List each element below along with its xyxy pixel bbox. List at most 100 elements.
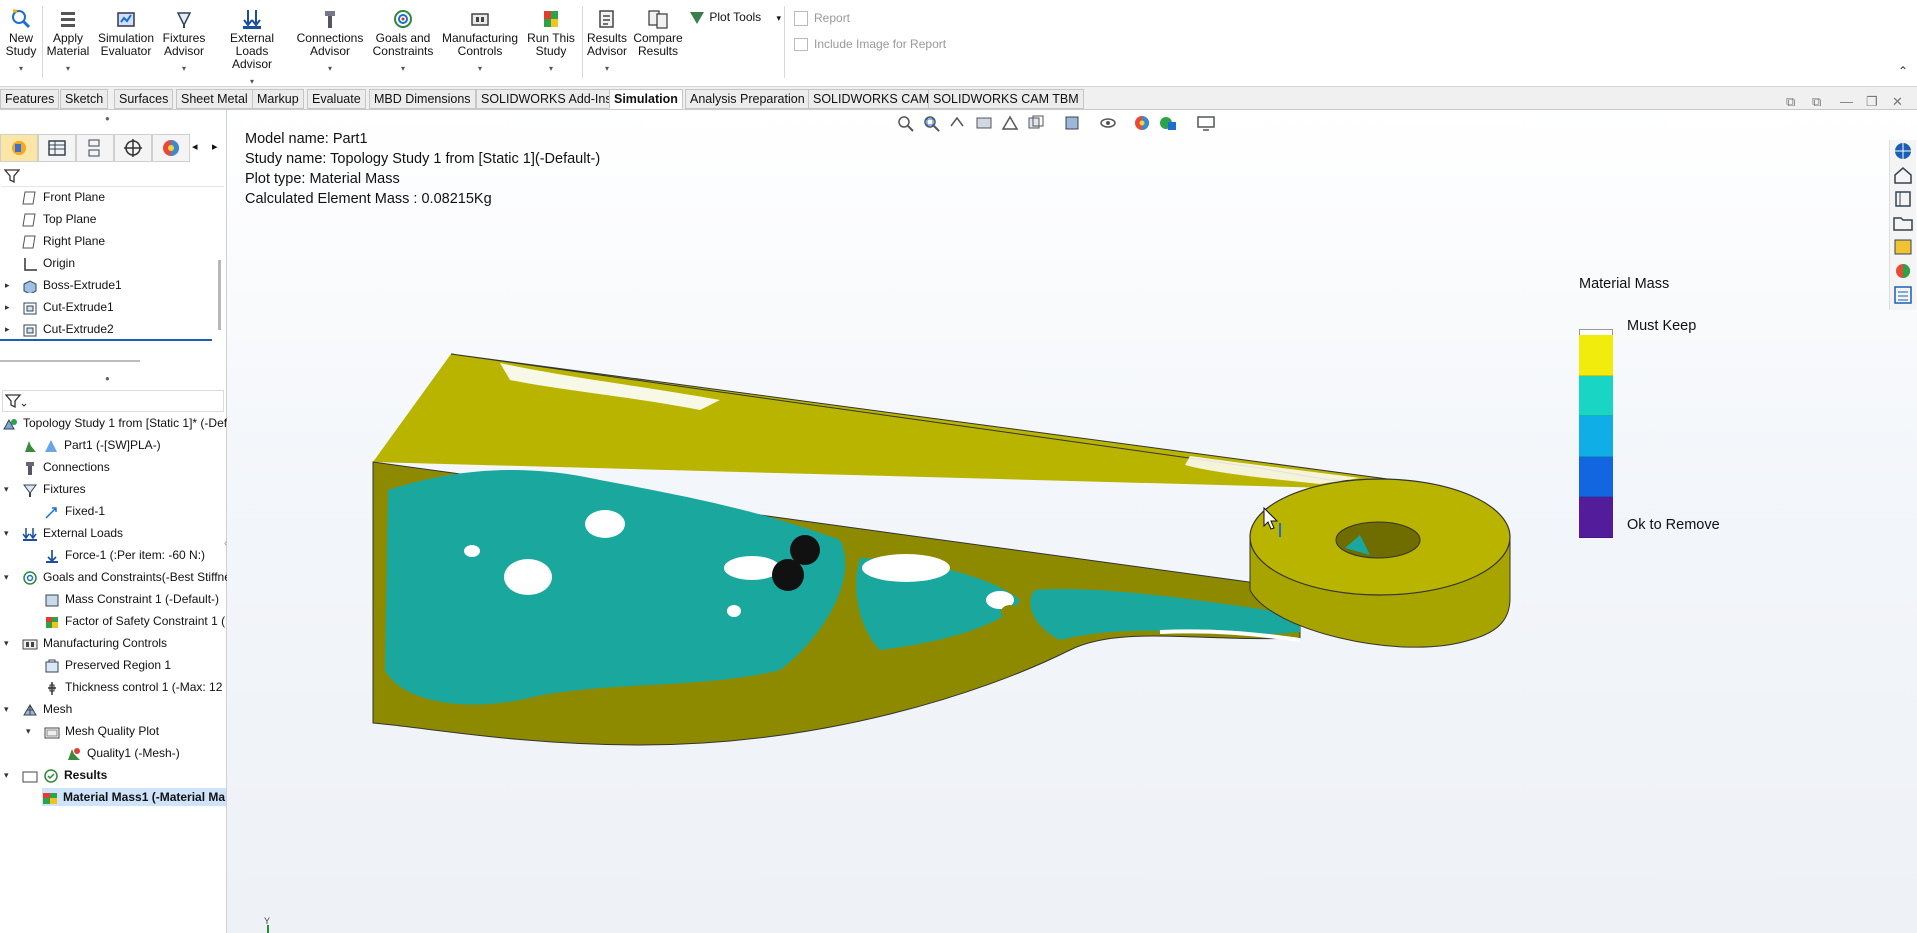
- chevron-down-icon[interactable]: ▾: [4, 62, 38, 75]
- tab-property-manager[interactable]: [38, 134, 76, 162]
- tree-item-mass-constraint[interactable]: Mass Constraint 1 (-Default-): [44, 590, 219, 608]
- scroll-right-icon[interactable]: ▸: [212, 140, 218, 153]
- restore-icon[interactable]: ❐: [1866, 94, 1878, 110]
- expand-arrow-icon[interactable]: ▸: [5, 302, 10, 313]
- tile-left-icon[interactable]: ⧉: [1786, 94, 1795, 110]
- tab-dimxpert-manager[interactable]: [114, 134, 152, 162]
- collapse-arrow-icon[interactable]: ▾: [26, 726, 31, 737]
- apply-material-button[interactable]: Apply Material ▾: [46, 8, 90, 75]
- chevron-down-icon[interactable]: ▾: [296, 62, 364, 75]
- tree-item-cut-extrude2[interactable]: Cut-Extrude2: [22, 320, 114, 338]
- chevron-down-icon[interactable]: ▾: [526, 62, 576, 75]
- minimize-icon[interactable]: —: [1840, 94, 1853, 109]
- new-study-button[interactable]: New Study ▾: [4, 8, 38, 75]
- tree-scrollbar[interactable]: [218, 260, 221, 330]
- collapse-arrow-icon[interactable]: ▾: [4, 484, 9, 495]
- chevron-down-icon[interactable]: ▾: [160, 62, 208, 75]
- report-icon: [794, 11, 808, 27]
- tree-item-label: Right Plane: [43, 234, 106, 248]
- fixtures-advisor-button[interactable]: Fixtures Advisor ▾: [160, 8, 208, 75]
- expand-arrow-icon[interactable]: ▸: [5, 280, 10, 291]
- tree-item-force-1[interactable]: Force-1 (:Per item: -60 N:): [44, 546, 205, 564]
- tree-item-top-plane[interactable]: Top Plane: [22, 210, 96, 228]
- tree-item-part1[interactable]: Part1 (-[SW]PLA-): [22, 436, 161, 454]
- tree-item-external-loads[interactable]: External Loads: [22, 524, 123, 542]
- chevron-down-icon[interactable]: ▾: [370, 62, 436, 75]
- tab-configuration-manager[interactable]: [76, 134, 114, 162]
- tree-item-material-mass1[interactable]: Material Mass1 (-Material Ma: [42, 788, 226, 806]
- run-study-button[interactable]: Run This Study ▾: [526, 8, 576, 75]
- tree-item-preserved-region[interactable]: Preserved Region 1: [44, 656, 171, 674]
- ribbon-divider: [582, 6, 583, 78]
- tree-item-thickness-control[interactable]: Thickness control 1 (-Max: 12: [44, 678, 222, 696]
- collapse-arrow-icon[interactable]: ▾: [4, 770, 9, 781]
- tree-item-goals-constraints[interactable]: Goals and Constraints(-Best Stiffne: [22, 568, 231, 586]
- topology-model-render[interactable]: [227, 110, 1917, 933]
- scroll-left-icon[interactable]: ◂: [192, 140, 198, 153]
- tree-item-label: Part1 (-[SW]PLA-): [64, 438, 161, 452]
- tree-item-boss-extrude1[interactable]: Boss-Extrude1: [22, 276, 122, 294]
- tree-item-fixed-1[interactable]: Fixed-1: [44, 502, 105, 520]
- probe-marker: [1279, 523, 1281, 537]
- compare-results-button[interactable]: Compare Results: [632, 8, 684, 58]
- void-region: [464, 545, 480, 557]
- study-filter-bar[interactable]: [2, 390, 224, 412]
- collapse-arrow-icon[interactable]: ▾: [4, 704, 9, 715]
- splitter-handle-icon[interactable]: ●: [105, 374, 110, 383]
- include-image-button[interactable]: Include Image for Report: [794, 37, 946, 52]
- chevron-down-icon[interactable]: ▾: [777, 13, 782, 23]
- connections-advisor-button[interactable]: Connections Advisor ▾: [296, 8, 364, 75]
- tree-item-origin[interactable]: Origin: [22, 254, 75, 272]
- tab-mbd-dimensions[interactable]: MBD Dimensions: [369, 89, 476, 109]
- tab-evaluate[interactable]: Evaluate: [307, 89, 366, 109]
- tree-item-cut-extrude1[interactable]: Cut-Extrude1: [22, 298, 114, 316]
- close-icon[interactable]: ✕: [1892, 94, 1903, 110]
- chevron-down-icon[interactable]: ▾: [46, 62, 90, 75]
- tree-item-fixtures[interactable]: Fixtures: [22, 480, 86, 498]
- expand-arrow-icon[interactable]: ▸: [5, 324, 10, 335]
- results-advisor-button[interactable]: Results Advisor ▾: [586, 8, 628, 75]
- topology-study-icon: [3, 418, 17, 430]
- tree-filter-bar[interactable]: [2, 166, 224, 187]
- tree-item-results[interactable]: Results: [22, 766, 107, 784]
- collapse-arrow-icon[interactable]: ▾: [4, 638, 9, 649]
- goals-constraints-button[interactable]: Goals and Constraints ▾: [370, 8, 436, 75]
- splitter-handle-icon[interactable]: ●: [105, 114, 110, 123]
- tree-item-label: Boss-Extrude1: [43, 278, 122, 292]
- tree-item-topology-study[interactable]: Topology Study 1 from [Static 1]* (-Def: [2, 414, 227, 432]
- tab-solidworks-addins[interactable]: SOLIDWORKS Add-Ins: [476, 89, 617, 109]
- horizontal-scrollbar[interactable]: [0, 360, 140, 362]
- rollback-bar[interactable]: [0, 339, 212, 341]
- manufacturing-controls-button[interactable]: Manufacturing Controls ▾: [440, 8, 520, 75]
- external-loads-advisor-button[interactable]: External Loads Advisor ▾: [212, 8, 292, 88]
- tab-sheet-metal[interactable]: Sheet Metal: [176, 89, 253, 109]
- tab-analysis-preparation[interactable]: Analysis Preparation: [685, 89, 810, 109]
- tree-item-factor-of-safety[interactable]: Factor of Safety Constraint 1 (: [44, 612, 225, 630]
- tree-item-quality1[interactable]: Quality1 (-Mesh-): [66, 744, 180, 762]
- tree-item-front-plane[interactable]: Front Plane: [22, 188, 105, 206]
- tab-solidworks-cam[interactable]: SOLIDWORKS CAM: [808, 89, 934, 109]
- plane-icon: [22, 213, 36, 227]
- tree-item-connections[interactable]: Connections: [22, 458, 110, 476]
- tile-right-icon[interactable]: ⧉: [1812, 94, 1821, 110]
- tree-item-right-plane[interactable]: Right Plane: [22, 232, 105, 250]
- tab-markup[interactable]: Markup: [252, 89, 304, 109]
- tab-features[interactable]: Features: [0, 89, 60, 109]
- simulation-evaluator-button[interactable]: Simulation Evaluator: [96, 8, 156, 58]
- tree-item-mesh-quality-plot[interactable]: Mesh Quality Plot: [44, 722, 159, 740]
- tab-simulation[interactable]: Simulation: [609, 89, 683, 109]
- collapse-ribbon-icon[interactable]: ⌃: [1898, 64, 1908, 78]
- tree-item-mesh[interactable]: Mesh: [22, 700, 72, 718]
- report-button[interactable]: Report: [794, 11, 850, 27]
- tab-solidworks-cam-tbm[interactable]: SOLIDWORKS CAM TBM: [928, 89, 1084, 109]
- tab-sketch[interactable]: Sketch: [60, 89, 109, 109]
- plot-tools-button[interactable]: Plot Tools ▾: [688, 10, 781, 28]
- chevron-down-icon[interactable]: ▾: [586, 62, 628, 75]
- chevron-down-icon[interactable]: ▾: [440, 62, 520, 75]
- collapse-arrow-icon[interactable]: ▾: [4, 572, 9, 583]
- tab-surfaces[interactable]: Surfaces: [114, 89, 174, 109]
- tab-display-manager[interactable]: [152, 134, 190, 162]
- tree-item-manufacturing-controls[interactable]: Manufacturing Controls: [22, 634, 167, 652]
- collapse-arrow-icon[interactable]: ▾: [4, 528, 9, 539]
- tab-feature-manager[interactable]: [0, 134, 38, 162]
